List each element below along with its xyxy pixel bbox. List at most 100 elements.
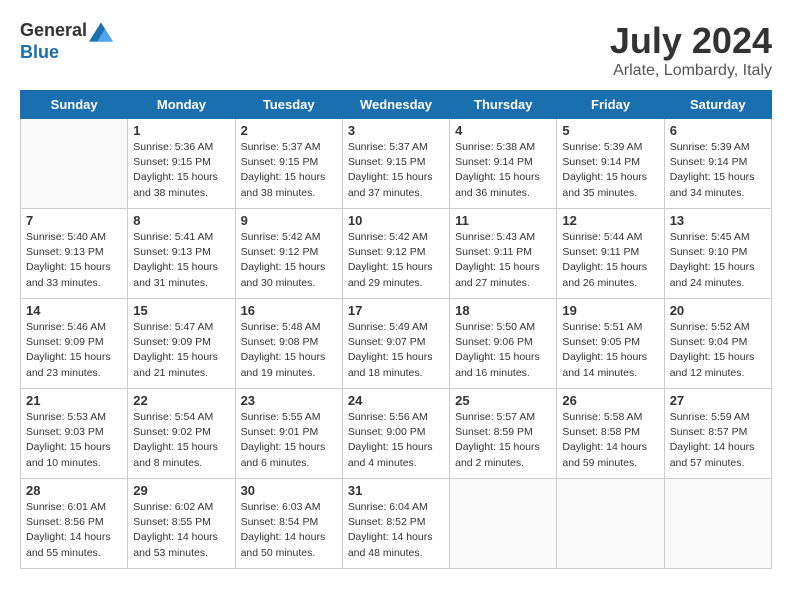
day-number: 14 [26,303,122,318]
calendar-cell: 20 Sunrise: 5:52 AMSunset: 9:04 PMDayligh… [664,299,771,389]
calendar-cell: 22 Sunrise: 5:54 AMSunset: 9:02 PMDayligh… [128,389,235,479]
page-header: General Blue July 2024 Arlate, Lombardy,… [20,20,772,80]
calendar-cell: 26 Sunrise: 5:58 AMSunset: 8:58 PMDayligh… [557,389,664,479]
calendar-cell: 7Sunrise: 5:40 AMSunset: 9:13 PMDaylight… [21,209,128,299]
day-info: Sunrise: 5:53 AMSunset: 9:03 PMDaylight:… [26,410,122,471]
calendar-cell [557,479,664,569]
calendar-cell: 25 Sunrise: 5:57 AMSunset: 8:59 PMDayligh… [450,389,557,479]
logo-icon [89,22,113,42]
day-number: 15 [133,303,229,318]
month-year-title: July 2024 [610,20,772,62]
day-number: 24 [348,393,444,408]
day-number: 22 [133,393,229,408]
calendar-cell: 23 Sunrise: 5:55 AMSunset: 9:01 PMDayligh… [235,389,342,479]
day-number: 23 [241,393,337,408]
col-header-friday: Friday [557,91,664,119]
day-info: Sunrise: 5:42 AMSunset: 9:12 PMDaylight:… [241,230,337,291]
calendar-cell: 4Sunrise: 5:38 AMSunset: 9:14 PMDaylight… [450,119,557,209]
calendar-cell: 8 Sunrise: 5:41 AMSunset: 9:13 PMDaylight… [128,209,235,299]
col-header-tuesday: Tuesday [235,91,342,119]
day-info: Sunrise: 5:51 AMSunset: 9:05 PMDaylight:… [562,320,658,381]
week-row-3: 14 Sunrise: 5:46 AMSunset: 9:09 PMDayligh… [21,299,772,389]
day-info: Sunrise: 5:40 AMSunset: 9:13 PMDaylight:… [26,230,122,291]
day-number: 12 [562,213,658,228]
col-header-thursday: Thursday [450,91,557,119]
calendar-cell: 12 Sunrise: 5:44 AMSunset: 9:11 PMDayligh… [557,209,664,299]
day-number: 2 [241,123,337,138]
week-row-5: 28Sunrise: 6:01 AMSunset: 8:56 PMDayligh… [21,479,772,569]
calendar-cell: 11 Sunrise: 5:43 AMSunset: 9:11 PMDayligh… [450,209,557,299]
logo-text: General Blue [20,20,113,63]
day-info: Sunrise: 5:37 AMSunset: 9:15 PMDaylight:… [348,140,444,201]
day-info: Sunrise: 6:02 AMSunset: 8:55 PMDaylight:… [133,500,229,561]
day-number: 5 [562,123,658,138]
logo-general: General [20,20,87,40]
calendar-cell: 1Sunrise: 5:36 AMSunset: 9:15 PMDaylight… [128,119,235,209]
day-number: 8 [133,213,229,228]
calendar-cell: 14 Sunrise: 5:46 AMSunset: 9:09 PMDayligh… [21,299,128,389]
col-header-saturday: Saturday [664,91,771,119]
week-row-1: 1Sunrise: 5:36 AMSunset: 9:15 PMDaylight… [21,119,772,209]
col-header-monday: Monday [128,91,235,119]
day-info: Sunrise: 5:43 AMSunset: 9:11 PMDaylight:… [455,230,551,291]
day-info: Sunrise: 5:39 AMSunset: 9:14 PMDaylight:… [562,140,658,201]
day-number: 20 [670,303,766,318]
calendar-cell: 21Sunrise: 5:53 AMSunset: 9:03 PMDayligh… [21,389,128,479]
day-number: 13 [670,213,766,228]
calendar-cell: 17Sunrise: 5:49 AMSunset: 9:07 PMDayligh… [342,299,449,389]
day-info: Sunrise: 5:52 AMSunset: 9:04 PMDaylight:… [670,320,766,381]
calendar-cell: 30Sunrise: 6:03 AMSunset: 8:54 PMDayligh… [235,479,342,569]
day-number: 18 [455,303,551,318]
week-row-4: 21Sunrise: 5:53 AMSunset: 9:03 PMDayligh… [21,389,772,479]
calendar-cell: 19 Sunrise: 5:51 AMSunset: 9:05 PMDayligh… [557,299,664,389]
day-number: 28 [26,483,122,498]
day-info: Sunrise: 5:41 AMSunset: 9:13 PMDaylight:… [133,230,229,291]
calendar-cell [664,479,771,569]
day-info: Sunrise: 5:59 AMSunset: 8:57 PMDaylight:… [670,410,766,471]
calendar-cell: 16Sunrise: 5:48 AMSunset: 9:08 PMDayligh… [235,299,342,389]
day-info: Sunrise: 5:38 AMSunset: 9:14 PMDaylight:… [455,140,551,201]
day-info: Sunrise: 5:37 AMSunset: 9:15 PMDaylight:… [241,140,337,201]
calendar-cell: 13Sunrise: 5:45 AMSunset: 9:10 PMDayligh… [664,209,771,299]
day-info: Sunrise: 5:46 AMSunset: 9:09 PMDaylight:… [26,320,122,381]
calendar-cell: 2 Sunrise: 5:37 AMSunset: 9:15 PMDaylight… [235,119,342,209]
day-info: Sunrise: 5:57 AMSunset: 8:59 PMDaylight:… [455,410,551,471]
logo: General Blue [20,20,113,63]
day-number: 9 [241,213,337,228]
day-info: Sunrise: 5:55 AMSunset: 9:01 PMDaylight:… [241,410,337,471]
day-number: 17 [348,303,444,318]
day-number: 30 [241,483,337,498]
calendar-cell: 15Sunrise: 5:47 AMSunset: 9:09 PMDayligh… [128,299,235,389]
day-info: Sunrise: 5:44 AMSunset: 9:11 PMDaylight:… [562,230,658,291]
calendar-table: SundayMondayTuesdayWednesdayThursdayFrid… [20,90,772,569]
title-block: July 2024 Arlate, Lombardy, Italy [610,20,772,80]
day-info: Sunrise: 5:48 AMSunset: 9:08 PMDaylight:… [241,320,337,381]
calendar-cell: 18Sunrise: 5:50 AMSunset: 9:06 PMDayligh… [450,299,557,389]
calendar-cell: 29 Sunrise: 6:02 AMSunset: 8:55 PMDayligh… [128,479,235,569]
calendar-cell: 24 Sunrise: 5:56 AMSunset: 9:00 PMDayligh… [342,389,449,479]
day-number: 25 [455,393,551,408]
day-number: 11 [455,213,551,228]
location-subtitle: Arlate, Lombardy, Italy [610,62,772,80]
calendar-cell: 6 Sunrise: 5:39 AMSunset: 9:14 PMDaylight… [664,119,771,209]
day-info: Sunrise: 5:36 AMSunset: 9:15 PMDaylight:… [133,140,229,201]
day-info: Sunrise: 5:54 AMSunset: 9:02 PMDaylight:… [133,410,229,471]
col-header-sunday: Sunday [21,91,128,119]
calendar-cell: 9 Sunrise: 5:42 AMSunset: 9:12 PMDaylight… [235,209,342,299]
logo-blue: Blue [20,42,59,62]
day-info: Sunrise: 5:58 AMSunset: 8:58 PMDaylight:… [562,410,658,471]
day-info: Sunrise: 5:56 AMSunset: 9:00 PMDaylight:… [348,410,444,471]
day-number: 29 [133,483,229,498]
day-number: 26 [562,393,658,408]
day-number: 31 [348,483,444,498]
col-header-wednesday: Wednesday [342,91,449,119]
calendar-cell [450,479,557,569]
day-info: Sunrise: 5:42 AMSunset: 9:12 PMDaylight:… [348,230,444,291]
day-info: Sunrise: 5:39 AMSunset: 9:14 PMDaylight:… [670,140,766,201]
day-number: 27 [670,393,766,408]
day-number: 6 [670,123,766,138]
day-number: 3 [348,123,444,138]
calendar-header-row: SundayMondayTuesdayWednesdayThursdayFrid… [21,91,772,119]
day-number: 19 [562,303,658,318]
calendar-cell: 31Sunrise: 6:04 AMSunset: 8:52 PMDayligh… [342,479,449,569]
